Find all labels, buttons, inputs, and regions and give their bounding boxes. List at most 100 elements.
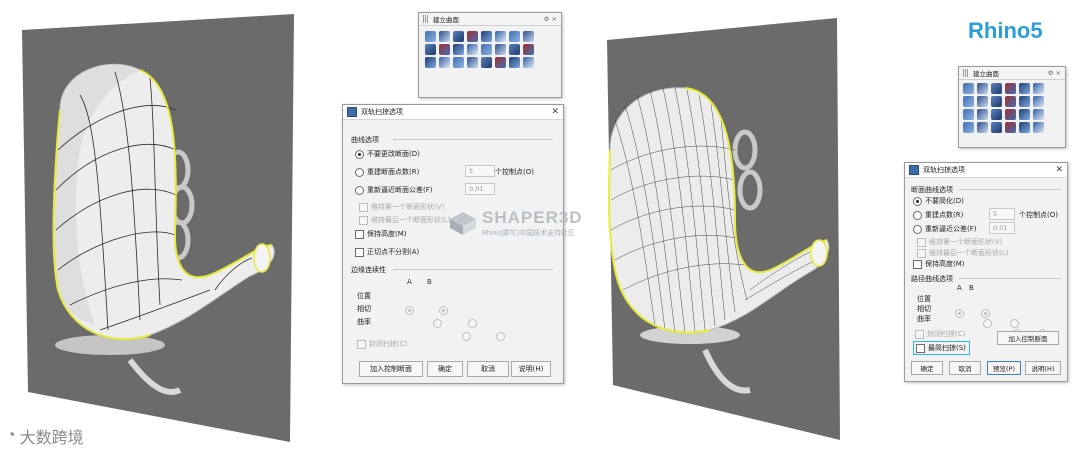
keep-height[interactable]: 保持高度(M) (913, 259, 965, 269)
checkbox-icon[interactable] (355, 229, 364, 239)
viewport-left[interactable] (0, 0, 300, 456)
maintain-last-shape[interactable]: 维持最后一个断面形状(L) (359, 215, 450, 225)
option-rebuild-points[interactable]: 重建断面点数(R) (355, 167, 419, 177)
surface-tool-icon[interactable] (453, 57, 464, 68)
surface-tool-icon[interactable] (439, 57, 450, 68)
gear-icon[interactable]: ⚙ × (544, 15, 557, 23)
surface-tool-icon[interactable] (1005, 83, 1016, 94)
radio-icon[interactable] (983, 319, 993, 328)
surface-tool-icon[interactable] (963, 122, 974, 133)
checkbox-icon[interactable] (915, 329, 924, 339)
rebuild-points-field[interactable]: 5 (989, 208, 1015, 220)
surface-tool-icon[interactable] (495, 44, 506, 55)
help-button[interactable]: 说明(H) (1025, 361, 1061, 375)
checkbox-icon[interactable] (916, 343, 925, 353)
option-no-change[interactable]: 不要更改断面(D) (355, 149, 420, 159)
closed-sweep[interactable]: 封闭扫掠(C) (915, 329, 965, 339)
surface-tool-icon[interactable] (1005, 109, 1016, 120)
option-refit-tolerance[interactable]: 重新逼近公差(F) (913, 224, 977, 234)
surface-tool-icon[interactable] (467, 57, 478, 68)
surface-tool-icon[interactable] (425, 31, 436, 42)
surface-tool-icon[interactable] (467, 44, 478, 55)
surface-tool-icon[interactable] (1005, 122, 1016, 133)
surface-tool-icon[interactable] (963, 109, 974, 120)
surface-tool-icon[interactable] (963, 83, 974, 94)
option-refit-tolerance[interactable]: 重新逼近断面公差(F) (355, 185, 433, 195)
keep-height[interactable]: 保持高度(M) (355, 229, 407, 239)
surface-tool-icon[interactable] (1033, 96, 1044, 107)
surface-tool-icon[interactable] (425, 57, 436, 68)
surface-tool-icon[interactable] (509, 57, 520, 68)
surface-tool-icon[interactable] (1033, 122, 1044, 133)
grip-icon[interactable] (423, 15, 429, 23)
checkbox-icon[interactable] (913, 259, 922, 269)
surface-tool-icon[interactable] (1019, 122, 1030, 133)
radio-icon[interactable] (1009, 319, 1019, 328)
surface-tool-icon[interactable] (991, 96, 1002, 107)
simple-sweep[interactable]: 最简扫掠(S) (913, 341, 970, 355)
refit-tolerance-field[interactable]: 0.01 (989, 222, 1015, 234)
surface-tool-icon[interactable] (523, 44, 534, 55)
surface-tool-icon[interactable] (481, 31, 492, 42)
surface-tool-icon[interactable] (1019, 109, 1030, 120)
surface-tool-icon[interactable] (1019, 83, 1030, 94)
close-icon[interactable]: ✕ (1055, 165, 1063, 175)
maintain-first-shape[interactable]: 维持第一个断面形状(V) (917, 237, 1002, 247)
radio-icon[interactable] (405, 306, 414, 315)
help-button[interactable]: 说明(H) (511, 361, 551, 377)
radio-icon[interactable] (913, 224, 922, 234)
radio-icon[interactable] (913, 196, 922, 206)
rebuild-points-field[interactable]: 5 (465, 165, 495, 177)
no-split-tangent[interactable]: 正切点不分割(A) (355, 247, 419, 257)
surface-tool-icon[interactable] (977, 122, 988, 133)
cancel-button[interactable]: 取消 (949, 361, 981, 375)
surface-tool-icon[interactable] (1033, 109, 1044, 120)
maintain-last-shape[interactable]: 维持最后一个断面形状(L) (917, 248, 1008, 258)
surface-tool-icon[interactable] (453, 44, 464, 55)
option-no-simplify[interactable]: 不要简化(D) (913, 196, 964, 206)
surface-tool-icon[interactable] (425, 44, 436, 55)
checkbox-icon[interactable] (355, 247, 364, 257)
checkbox-icon[interactable] (917, 237, 926, 247)
surface-tool-icon[interactable] (523, 57, 534, 68)
radio-icon[interactable] (467, 319, 477, 328)
surface-tool-icon[interactable] (495, 31, 506, 42)
radio-icon[interactable] (355, 167, 364, 177)
surface-tool-icon[interactable] (977, 83, 988, 94)
surface-tool-icon[interactable] (963, 96, 974, 107)
surface-tool-icon[interactable] (481, 57, 492, 68)
surface-tool-icon[interactable] (1033, 83, 1044, 94)
surface-tool-icon[interactable] (495, 57, 506, 68)
radio-icon[interactable] (461, 332, 471, 341)
add-section-button[interactable]: 加入控制断面 (997, 331, 1059, 345)
ok-button[interactable]: 确定 (911, 361, 943, 375)
gear-icon[interactable]: ⚙ × (1048, 69, 1061, 77)
surface-tool-icon[interactable] (453, 31, 464, 42)
checkbox-icon[interactable] (359, 215, 368, 225)
surface-tool-icon[interactable] (481, 44, 492, 55)
radio-icon[interactable] (981, 309, 991, 318)
option-rebuild-points[interactable]: 重建点数(R) (913, 210, 963, 220)
closed-sweep[interactable]: 封闭扫掠(C) (357, 339, 407, 349)
radio-icon[interactable] (355, 185, 364, 195)
surface-tool-icon[interactable] (439, 31, 450, 42)
preview-button[interactable]: 预览(P) (987, 361, 1021, 375)
radio-icon[interactable] (355, 149, 364, 159)
surface-tool-icon[interactable] (991, 83, 1002, 94)
surface-tool-icon[interactable] (439, 44, 450, 55)
radio-icon[interactable] (496, 332, 506, 341)
grip-icon[interactable] (963, 69, 969, 77)
checkbox-icon[interactable] (917, 248, 926, 258)
surface-tool-icon[interactable] (977, 96, 988, 107)
surface-tool-icon[interactable] (991, 109, 1002, 120)
cancel-button[interactable]: 取消 (467, 361, 509, 377)
close-icon[interactable]: ✕ (551, 107, 559, 117)
checkbox-icon[interactable] (357, 339, 366, 349)
viewport-right[interactable] (575, 0, 845, 456)
refit-tolerance-field[interactable]: 0.01 (465, 183, 495, 195)
surface-tool-icon[interactable] (977, 109, 988, 120)
radio-icon[interactable] (439, 306, 449, 315)
add-section-button[interactable]: 加入控制断面 (359, 361, 423, 377)
checkbox-icon[interactable] (359, 202, 368, 212)
radio-icon[interactable] (433, 319, 443, 328)
